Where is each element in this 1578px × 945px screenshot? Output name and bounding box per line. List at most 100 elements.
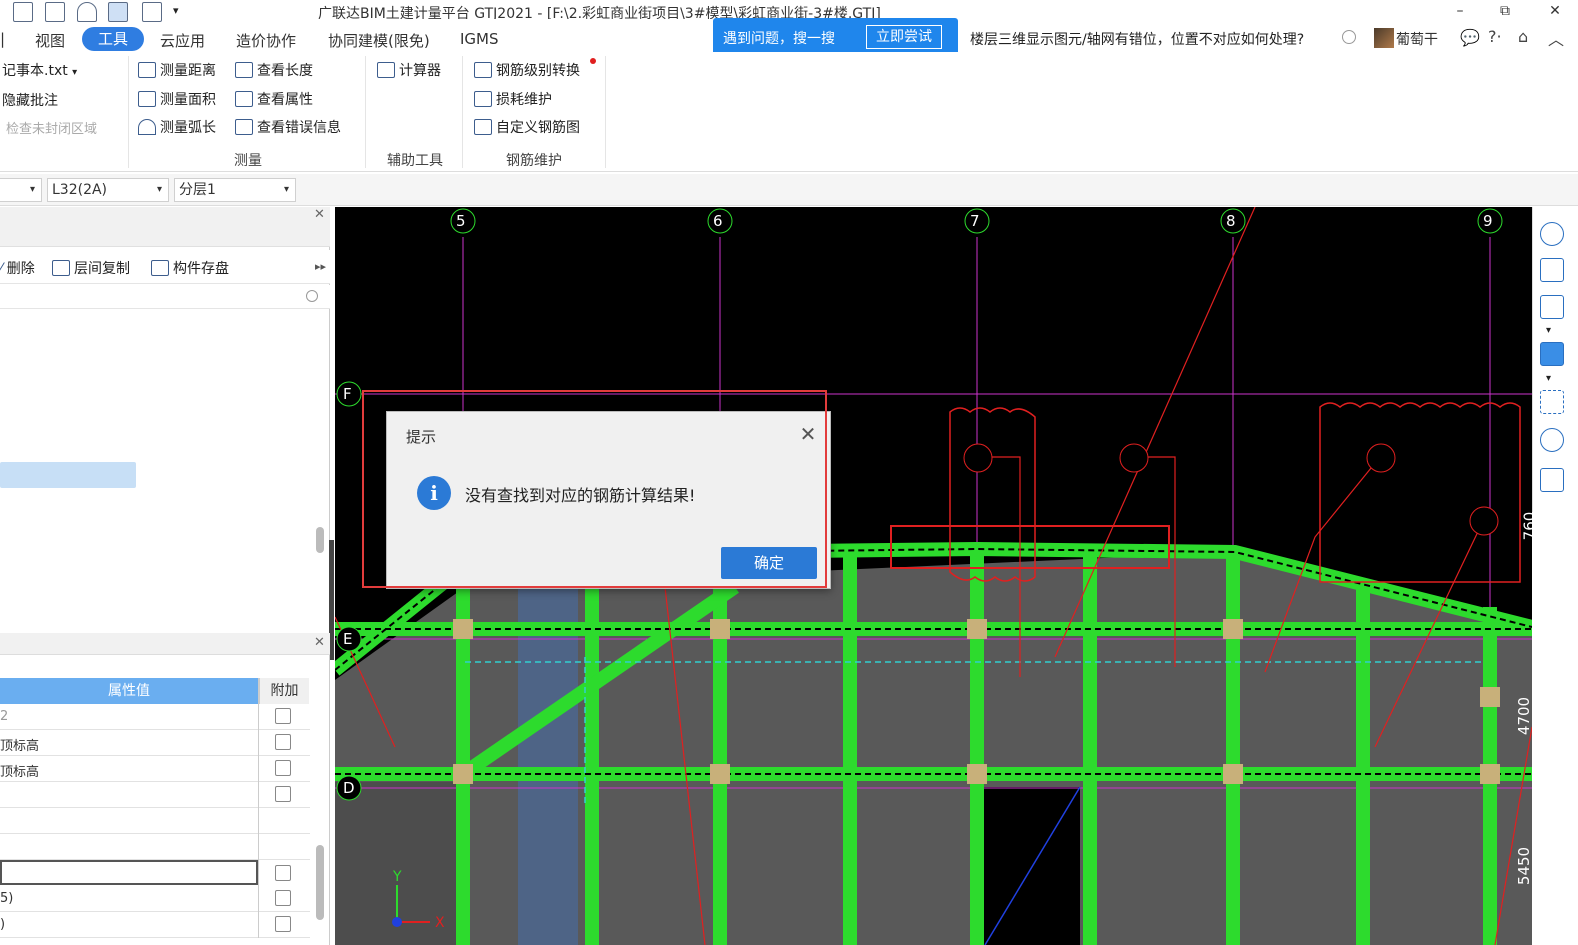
axis-label-5: 5: [456, 212, 466, 230]
table-row[interactable]: ): [0, 912, 310, 938]
extra-checkbox[interactable]: [275, 865, 291, 881]
divider: [605, 56, 606, 168]
chevron-down-icon[interactable]: ▾: [1546, 325, 1551, 336]
collapse-icon[interactable]: ︿: [1548, 26, 1564, 50]
divider: [462, 56, 463, 168]
delete-button[interactable]: ⁄ 删除: [0, 258, 35, 278]
avatar[interactable]: [1374, 28, 1394, 48]
extra-checkbox[interactable]: [275, 734, 291, 750]
extra-checkbox[interactable]: [275, 786, 291, 802]
column-divider: [258, 678, 259, 938]
hide-annotation-button[interactable]: 隐藏批注: [2, 90, 58, 110]
view-error-button[interactable]: 查看错误信息: [235, 117, 341, 137]
editing-cell[interactable]: [0, 860, 258, 885]
measure-arc-label: 测量弧长: [160, 120, 216, 136]
search-icon[interactable]: [306, 290, 318, 302]
fullscreen-icon[interactable]: [1540, 390, 1564, 414]
floor-copy-button[interactable]: 层间复制: [52, 258, 130, 278]
orbit-icon[interactable]: [1540, 222, 1564, 246]
calculator-button[interactable]: 计算器: [377, 60, 441, 80]
chat-icon[interactable]: 💬: [1460, 28, 1480, 47]
export-icon[interactable]: [142, 2, 162, 22]
menu-cost[interactable]: 造价协作: [236, 30, 296, 51]
table-row[interactable]: 5): [0, 886, 310, 912]
view-property-button[interactable]: 查看属性: [235, 89, 313, 109]
align-icon[interactable]: [108, 2, 128, 22]
axis-label-6: 6: [713, 212, 723, 230]
user-name[interactable]: 葡萄干: [1396, 29, 1438, 49]
check-unclosed-button[interactable]: 检查未封闭区域: [6, 118, 97, 137]
table-row[interactable]: 顶标高: [0, 730, 310, 756]
axis-label-8: 8: [1226, 212, 1236, 230]
layer-select[interactable]: 分层1: [174, 178, 296, 202]
edit-icon[interactable]: [77, 2, 97, 22]
calculator-icon: [377, 62, 395, 78]
measure-area-button[interactable]: 测量面积: [138, 89, 216, 109]
help-icon[interactable]: ?·: [1488, 27, 1502, 46]
try-now-button[interactable]: 立即尝试: [866, 25, 942, 49]
scrollbar[interactable]: [316, 845, 324, 920]
convert-icon: [474, 62, 492, 78]
help-search-input[interactable]: 楼层三维显示图元/轴网有错位，位置不对应如何处理?: [970, 29, 1325, 49]
qa-dropdown-icon[interactable]: ▾: [173, 4, 179, 17]
menu-collab[interactable]: 协同建模(限免): [328, 30, 430, 51]
table-row[interactable]: 2: [0, 704, 310, 730]
panel-header: [0, 633, 330, 655]
divider: [365, 56, 366, 168]
extra-checkbox[interactable]: [275, 760, 291, 776]
menu-view[interactable]: 视图: [35, 30, 65, 51]
measure-distance-button[interactable]: 测量距离: [138, 60, 216, 80]
notepad-button[interactable]: 记事本.txt ▾: [2, 60, 77, 80]
banner-text: 遇到问题，搜一搜: [723, 31, 835, 47]
selected-list-item[interactable]: [0, 462, 136, 488]
skin-icon[interactable]: ⌂: [1518, 27, 1528, 46]
extra-checkbox[interactable]: [275, 916, 291, 932]
measure-distance-label: 测量距离: [160, 63, 216, 79]
solid-cube-icon[interactable]: [1540, 342, 1564, 366]
extra-checkbox[interactable]: [275, 708, 291, 724]
svg-text:X: X: [435, 915, 445, 931]
chevron-down-icon[interactable]: ▾: [1546, 373, 1551, 384]
view-length-button[interactable]: 查看长度: [235, 60, 313, 80]
menu-fragment[interactable]: |: [0, 30, 5, 48]
property-icon: [235, 91, 253, 107]
save-icon: [151, 260, 169, 276]
grid-icon[interactable]: [13, 2, 33, 22]
floor-copy-label: 层间复制: [74, 261, 130, 277]
more-icon[interactable]: ▸▸: [315, 260, 326, 273]
menu-tools[interactable]: 工具: [82, 27, 144, 51]
close-icon[interactable]: ✕: [314, 635, 325, 650]
new-badge: [590, 58, 596, 64]
cell-value: 2: [0, 709, 9, 724]
restore-button[interactable]: ⧉: [1495, 3, 1515, 19]
cube-icon[interactable]: [1540, 295, 1564, 319]
measure-area-label: 测量面积: [160, 92, 216, 108]
close-window-button[interactable]: ✕: [1545, 3, 1565, 19]
list-view-icon[interactable]: [1540, 468, 1564, 492]
table-row[interactable]: [0, 782, 310, 808]
notepad-label: 记事本.txt: [2, 63, 68, 79]
rebar-grade-convert-button[interactable]: 钢筋级别转换: [474, 60, 580, 80]
table-row[interactable]: [0, 808, 310, 834]
minimize-button[interactable]: –: [1450, 3, 1470, 19]
component-select[interactable]: L32(2A): [47, 178, 169, 202]
extra-checkbox[interactable]: [275, 890, 291, 906]
view-cube-icon[interactable]: [1540, 428, 1564, 452]
table-row[interactable]: [0, 834, 310, 860]
table-row[interactable]: 顶标高: [0, 756, 310, 782]
custom-rebar-button[interactable]: 自定义钢筋图: [474, 117, 580, 137]
scrollbar[interactable]: [316, 527, 324, 553]
component-search-input[interactable]: [0, 285, 330, 309]
axis-label-F: F: [343, 385, 352, 403]
loss-maintain-button[interactable]: 损耗维护: [474, 89, 552, 109]
menu-cloud[interactable]: 云应用: [160, 30, 205, 51]
search-icon[interactable]: [1342, 30, 1356, 44]
measure-arc-button[interactable]: 测量弧长: [138, 117, 216, 137]
layout-icon[interactable]: [45, 2, 65, 22]
menu-igms[interactable]: IGMS: [460, 30, 499, 48]
close-icon[interactable]: ✕: [314, 207, 325, 222]
table-icon: [474, 91, 492, 107]
3d-view-icon[interactable]: [1540, 258, 1564, 282]
save-component-button[interactable]: 构件存盘: [151, 258, 229, 278]
floor-select[interactable]: [0, 178, 42, 202]
